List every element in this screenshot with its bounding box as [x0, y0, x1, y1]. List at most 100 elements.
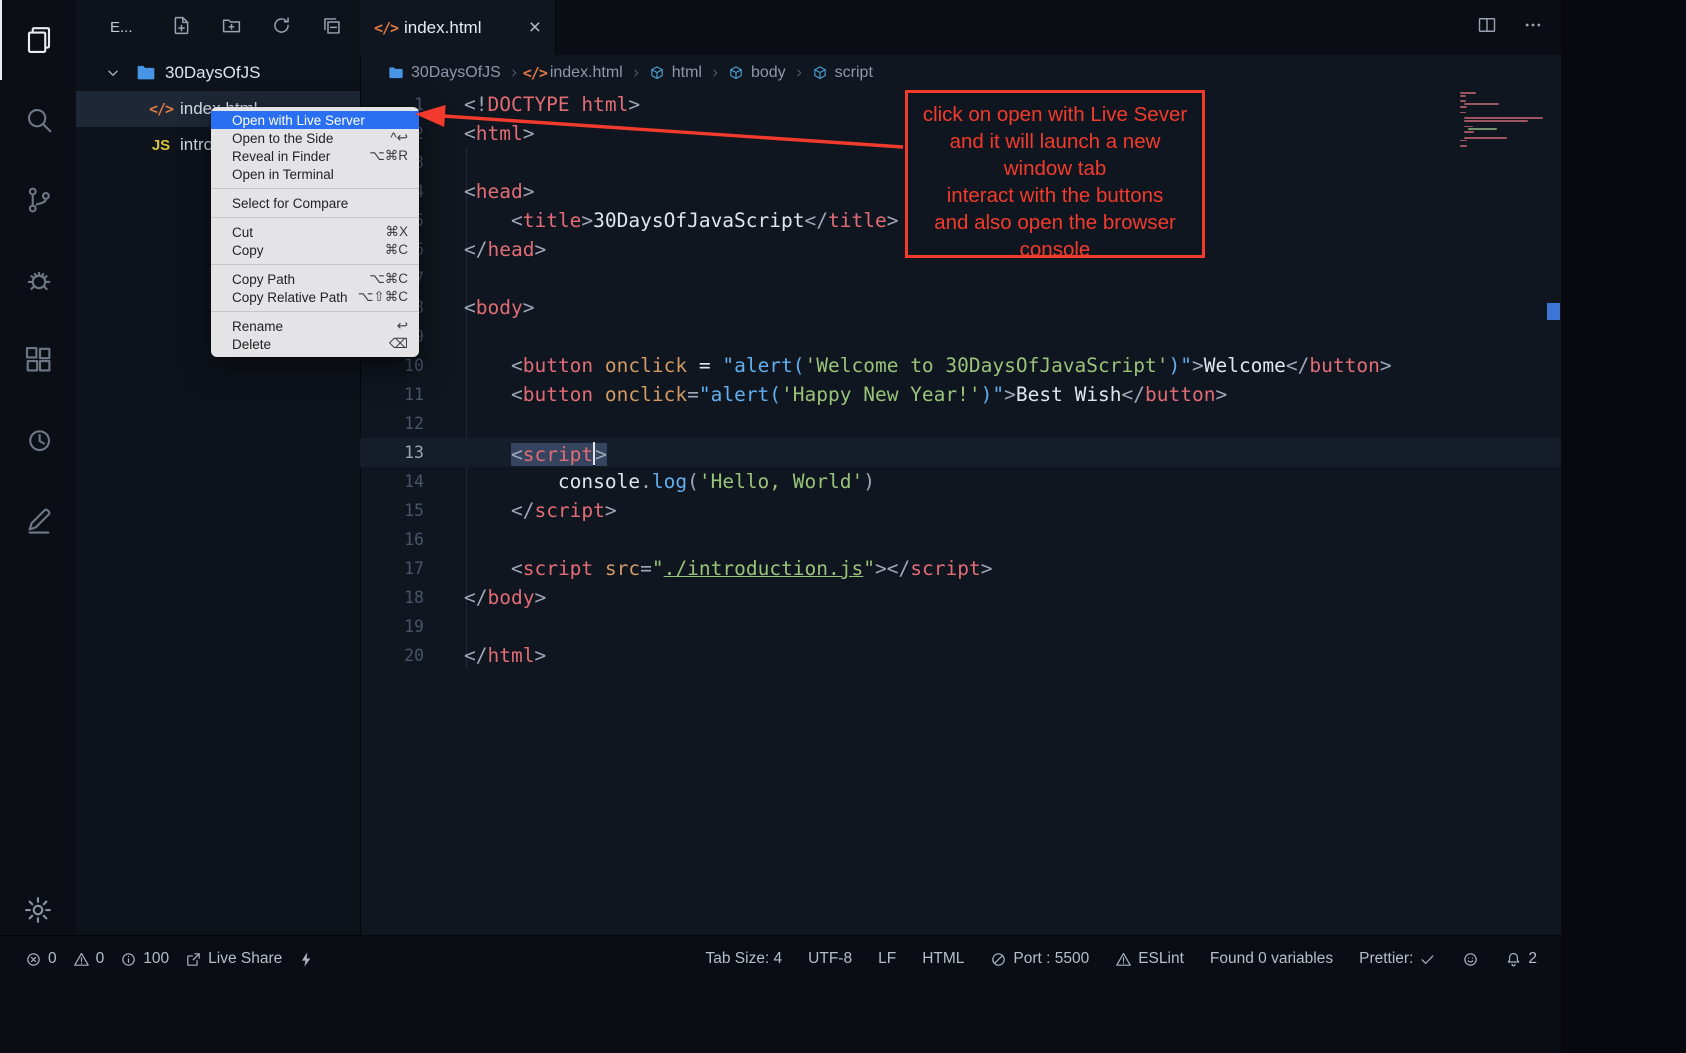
tree-root-label: 30DaysOfJS [165, 63, 260, 83]
menu-separator [211, 311, 419, 312]
menu-item-shortcut: ⌥⌘R [369, 148, 408, 164]
minimap-line [1464, 131, 1473, 133]
menu-item-label: Copy Path [232, 272, 369, 287]
breadcrumb-item-html[interactable]: html [649, 64, 702, 82]
status-tab-size[interactable]: Tab Size: 4 [705, 950, 782, 968]
code-line[interactable]: 18</body> [360, 583, 1561, 612]
lightning-icon [298, 951, 315, 968]
breadcrumb-item-30DaysOfJS[interactable]: 30DaysOfJS [388, 64, 501, 82]
menu-item-rename[interactable]: Rename↩ [211, 317, 419, 335]
menu-item-reveal-in-finder[interactable]: Reveal in Finder⌥⌘R [211, 147, 419, 165]
status-language-mode[interactable]: HTML [922, 950, 964, 968]
status-info-count[interactable]: 100 [120, 950, 169, 968]
status-live-share[interactable]: Live Share [185, 950, 282, 968]
code-line[interactable]: 17 <script src="./introduction.js"></scr… [360, 554, 1561, 583]
code-line[interactable]: 15 </script> [360, 496, 1561, 525]
activity-feedback[interactable] [0, 480, 76, 560]
menu-item-open-with-live-server[interactable]: Open with Live Server [211, 111, 419, 129]
menu-item-copy-path[interactable]: Copy Path⌥⌘C [211, 270, 419, 288]
breadcrumb-label: html [672, 64, 702, 82]
code-line[interactable]: 12 [360, 409, 1561, 438]
line-number: 11 [360, 380, 424, 409]
status-notifications[interactable]: 2 [1505, 950, 1537, 968]
menu-separator [211, 264, 419, 265]
menu-item-copy-relative-path[interactable]: Copy Relative Path⌥⇧⌘C [211, 288, 419, 306]
minimap-line [1460, 106, 1467, 108]
code-line[interactable]: 8<body> [360, 293, 1561, 322]
menu-item-label: Cut [232, 225, 385, 240]
menu-item-shortcut: ⌥⌘C [369, 271, 408, 287]
code-line[interactable]: 19 [360, 612, 1561, 641]
search-icon [24, 105, 54, 135]
activity-run-and-debug[interactable] [0, 240, 76, 320]
status-prettier-label: Prettier: [1359, 950, 1413, 968]
minimap[interactable] [1460, 92, 1545, 148]
menu-item-open-to-the-side[interactable]: Open to the Side^↩ [211, 129, 419, 147]
tree-root-folder[interactable]: 30DaysOfJS [76, 55, 360, 91]
breadcrumb-label: index.html [550, 64, 623, 82]
gear-icon [23, 895, 53, 925]
close-tab-icon[interactable]: × [529, 17, 541, 38]
menu-item-label: Open in Terminal [232, 167, 408, 182]
annotation-line: and it will launch a new [908, 128, 1202, 155]
code-line[interactable]: 14 console.log('Hello, World') [360, 467, 1561, 496]
menu-item-label: Delete [232, 337, 389, 352]
js-icon: JS [152, 136, 170, 154]
status-feedback-smiley[interactable] [1462, 951, 1479, 968]
status-prettier[interactable]: Prettier: [1359, 950, 1436, 968]
line-number: 18 [360, 583, 424, 612]
code-line[interactable]: 11 <button onclick="alert('Happy New Yea… [360, 380, 1561, 409]
refresh-explorer-button[interactable] [271, 15, 292, 40]
activity-extensions[interactable] [0, 320, 76, 400]
activity-search[interactable] [0, 80, 76, 160]
status-live-server-port[interactable]: Port : 5500 [990, 950, 1089, 968]
activity-settings[interactable] [0, 895, 76, 925]
code-text: <title>30DaysOfJavaScript</title> [424, 206, 898, 235]
status-warning-count[interactable]: 0 [73, 950, 105, 968]
annotation-box: click on open with Live Severand it will… [905, 90, 1205, 258]
activity-source-control[interactable] [0, 160, 76, 240]
menu-item-open-in-terminal[interactable]: Open in Terminal [211, 165, 419, 183]
status-error-count[interactable]: 0 [25, 950, 57, 968]
collapse-folders-button[interactable] [321, 15, 342, 40]
status-variables-found[interactable]: Found 0 variables [1210, 950, 1333, 968]
menu-item-copy[interactable]: Copy⌘C [211, 241, 419, 259]
code-text: <html> [424, 119, 534, 148]
info-icon [120, 951, 137, 968]
status-info-count-label: 100 [143, 950, 169, 968]
crumb-sep-icon [793, 67, 805, 79]
status-encoding[interactable]: UTF-8 [808, 950, 852, 968]
status-eslint[interactable]: ESLint [1115, 950, 1184, 968]
code-line[interactable]: 9 [360, 322, 1561, 351]
status-thunder-client[interactable] [298, 951, 315, 968]
check-icon [1419, 951, 1436, 968]
status-language-mode-label: HTML [922, 950, 964, 968]
activity-explorer[interactable] [0, 0, 76, 80]
code-line[interactable]: 20</html> [360, 641, 1561, 670]
menu-item-select-for-compare[interactable]: Select for Compare [211, 194, 419, 212]
breadcrumb-item-index.html[interactable]: </>index.html [527, 64, 623, 82]
code-line[interactable]: 16 [360, 525, 1561, 554]
crumb-sep-icon [508, 67, 520, 79]
status-eol[interactable]: LF [878, 950, 896, 968]
activity-timeline[interactable] [0, 400, 76, 480]
code-line[interactable]: 13 <script> [360, 438, 1561, 467]
code-line[interactable]: 10 <button onclick = "alert('Welcome to … [360, 351, 1561, 380]
breadcrumb-item-script[interactable]: script [812, 64, 873, 82]
new-folder-button[interactable] [221, 15, 242, 40]
more-actions-button[interactable] [1523, 15, 1543, 40]
menu-item-shortcut: ↩ [397, 318, 408, 334]
breadcrumb-item-body[interactable]: body [728, 64, 786, 82]
code-text: <script src="./introduction.js"></script… [424, 554, 992, 583]
files-icon [24, 25, 54, 55]
new-file-button[interactable] [171, 15, 192, 40]
line-number: 20 [360, 641, 424, 670]
code-line[interactable]: 7 [360, 264, 1561, 293]
code-text: <button onclick = "alert('Welcome to 30D… [424, 351, 1392, 380]
status-eslint-label: ESLint [1138, 950, 1184, 968]
split-editor-button[interactable] [1477, 15, 1497, 40]
tab-index-html[interactable]: </> index.html × [360, 0, 556, 55]
menu-item-delete[interactable]: Delete⌫ [211, 335, 419, 353]
menu-item-cut[interactable]: Cut⌘X [211, 223, 419, 241]
more-icon [1523, 15, 1543, 35]
